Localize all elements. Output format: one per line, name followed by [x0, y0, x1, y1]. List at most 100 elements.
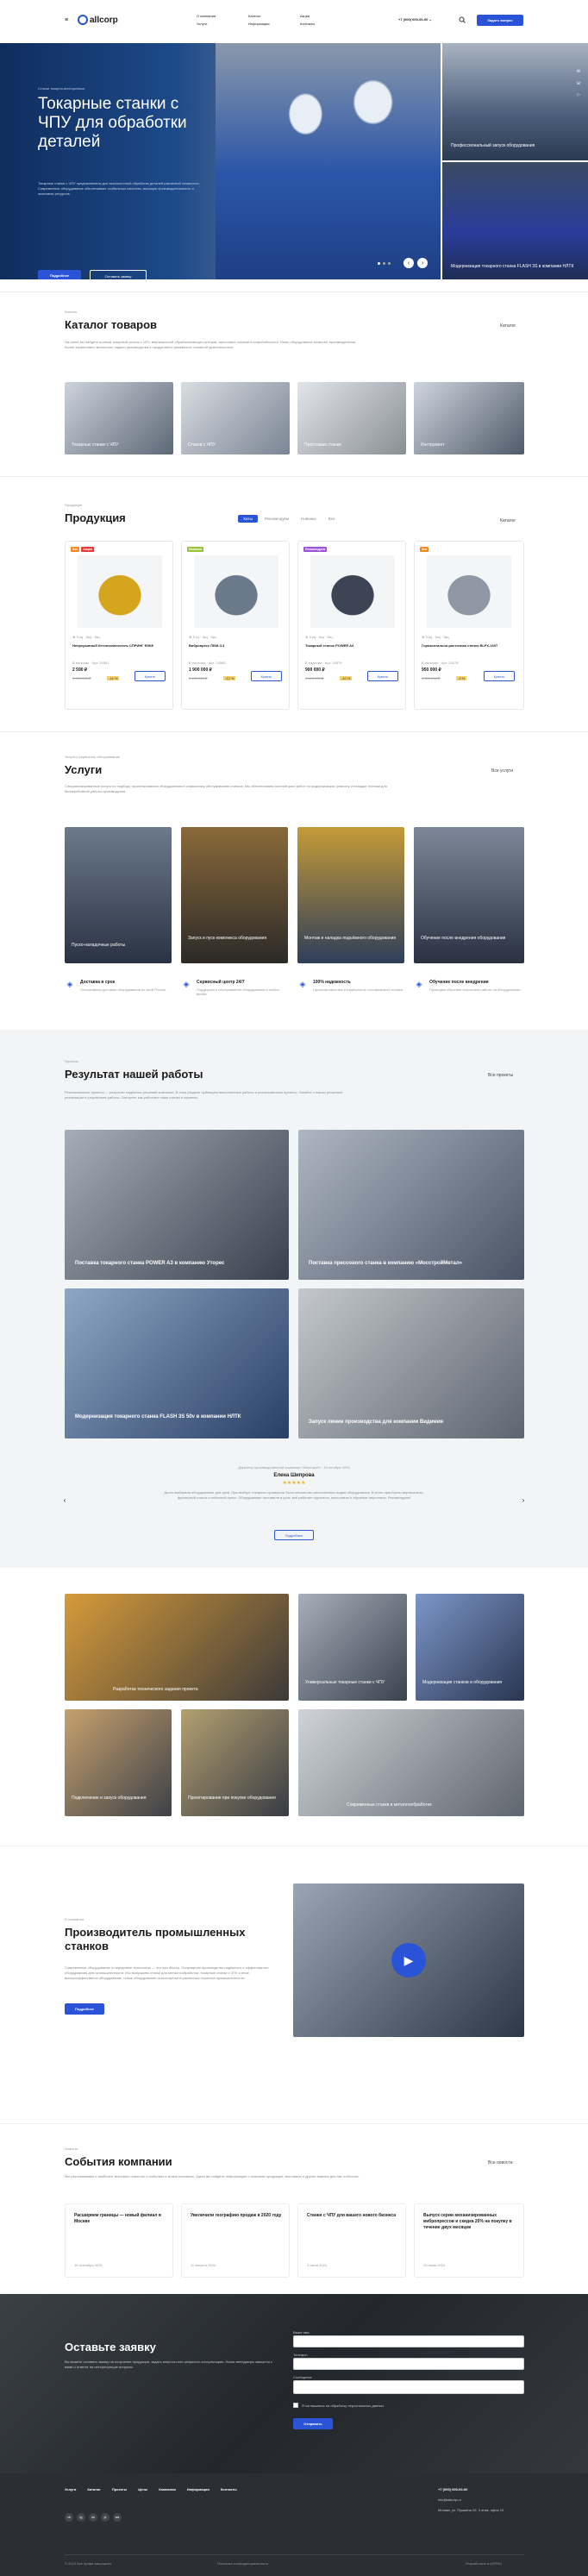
services-link[interactable]: Все услуги [491, 768, 513, 774]
footer-nav-item[interactable]: Проекты [112, 2487, 127, 2491]
footer-phone[interactable]: +7 (000) 000-00-00 [438, 2487, 467, 2491]
nav-about[interactable]: О компании [197, 14, 216, 18]
hero-prev-button[interactable]: ‹ [403, 258, 414, 268]
social-wa-icon[interactable]: wa [113, 2513, 122, 2522]
project-card[interactable]: Поставка токарного станка POWER A3 в ком… [65, 1130, 289, 1280]
footer-nav-item[interactable]: Цены [138, 2487, 147, 2491]
search-icon[interactable] [457, 15, 467, 25]
feature-title: Доставка в срок [80, 980, 116, 985]
product-sale: -12 % [223, 676, 236, 680]
buy-button[interactable]: Купить [134, 671, 166, 681]
nav-catalog[interactable]: Каталог [248, 14, 270, 18]
feature-text: Проводим обучение персонала работе на об… [429, 987, 521, 992]
social-ok-icon[interactable]: ok [89, 2513, 97, 2522]
project-card[interactable]: Запуск линии производства для компании В… [298, 1288, 524, 1438]
agree-checkbox[interactable] [293, 2403, 298, 2408]
about-more-button[interactable]: Подробнее [65, 2003, 104, 2015]
results-section: Проекты Результат нашей работы Все проек… [0, 1030, 588, 1568]
service-card[interactable]: Пуско-наладочные работы [65, 827, 172, 963]
product-name[interactable]: Вибропресс ПБМ-3.3 [189, 643, 282, 648]
gallery-card[interactable]: Современные станки в металлообработке [298, 1709, 524, 1816]
social-tg-icon[interactable]: tg [77, 2513, 85, 2522]
catalog-card[interactable]: Прессовые станки [297, 382, 406, 454]
catalog-card[interactable]: Станки с ЧПУ [181, 382, 290, 454]
logo[interactable]: allcorp [78, 14, 118, 26]
hero-side-card-2[interactable]: Модернизация токарного станка FLASH 3S в… [442, 162, 588, 279]
service-card[interactable]: Обучение после внедрения оборудования [414, 827, 524, 963]
hero-side-card-1[interactable]: Профессиональный запуск оборудования [442, 43, 588, 160]
nav-sales[interactable]: Акции [300, 14, 315, 18]
event-card[interactable]: Расширяем границы — новый филиал в Москв… [65, 2203, 173, 2278]
footer-nav-item[interactable]: Каталог [87, 2487, 101, 2491]
play-icon[interactable]: ▶ [391, 1943, 426, 1977]
nav-services[interactable]: Услуги [197, 22, 216, 26]
product-card[interactable]: Хит Акция ★ 5 кц · 5кц · 5кц Непрерывный бе… [65, 541, 173, 710]
submit-button[interactable]: Отправить [293, 2418, 333, 2429]
events-link[interactable]: Все новости [488, 2160, 513, 2165]
cart-icon[interactable]: ⚐ [577, 93, 580, 98]
hero-banner: Станки токарно-винторезные Токарные стан… [0, 43, 441, 279]
tab-all[interactable]: Все [323, 515, 341, 523]
gallery-card[interactable]: Проектирование при покупке оборудования [181, 1709, 289, 1816]
hero-request-button[interactable]: Оставить заявку [90, 270, 147, 279]
project-card[interactable]: Поставка прессового станка в компанию «М… [298, 1130, 524, 1280]
service-card[interactable]: Монтаж и наладка подъёмного оборудования [297, 827, 404, 963]
product-name[interactable]: Непрерывный бетоносмеситель СПРИНГ ЯЗКЕ [72, 643, 166, 648]
service-card[interactable]: Запуск и пуск комплекса оборудования [181, 827, 288, 963]
hero-more-button[interactable]: Подробнее [38, 270, 81, 279]
social-vk-icon[interactable]: vk [65, 2513, 73, 2522]
footer-policy[interactable]: Политика конфиденциальности [217, 2561, 268, 2566]
about-video[interactable]: ▶ [293, 1883, 524, 2037]
event-card[interactable]: Увеличили географию продаж в 2020 году 11… [181, 2203, 290, 2278]
product-meta: В наличии · Арт. 24579 [305, 661, 342, 665]
catalog-link[interactable]: Каталог [500, 323, 516, 329]
event-card[interactable]: Выпуск серии механизированных вибропресс… [414, 2203, 524, 2278]
tab-hits[interactable]: Хиты [238, 515, 258, 523]
product-meta: В наличии · Арт. 24578 [422, 661, 459, 665]
hero-next-button[interactable]: › [417, 258, 428, 268]
footer-nav-item[interactable]: Контакты [221, 2487, 237, 2491]
catalog-card[interactable]: Токарные станки с ЧПУ [65, 382, 173, 454]
hero-dot[interactable] [383, 262, 385, 265]
product-card[interactable]: Хит ★ 5 кц · 5кц · 5кц Горизонтально-расто… [414, 541, 524, 710]
service-card-title: Монтаж и наладка подъёмного оборудования [304, 936, 397, 941]
ask-question-button[interactable]: Задать вопрос [477, 15, 523, 26]
buy-button[interactable]: Купить [484, 671, 515, 681]
gallery-card[interactable]: Разработка технического задания проекта [65, 1594, 289, 1701]
results-link[interactable]: Все проекты [488, 1073, 513, 1078]
menu-icon[interactable]: ≡ [62, 16, 71, 24]
phone-icon[interactable]: ☏ [576, 81, 581, 86]
gallery-card[interactable]: Универсальные токарные станки с ЧПУ [298, 1594, 407, 1701]
header-phone[interactable]: +7 (000) 000-00-00 ⌄ [398, 17, 432, 22]
tab-recommended[interactable]: Рекомендуем [260, 515, 294, 523]
gallery-card[interactable]: Модернизация станков и оборудования [416, 1594, 524, 1701]
nav-info[interactable]: Информация [248, 22, 270, 26]
hero-dot[interactable] [388, 262, 391, 265]
footer-nav-item[interactable]: Компания [159, 2487, 176, 2491]
review-more-button[interactable]: Подробнее [274, 1530, 314, 1540]
social-yt-icon[interactable]: yt [101, 2513, 109, 2522]
product-name[interactable]: Токарный станок POWER A3 [305, 643, 398, 648]
catalog-card[interactable]: Инструмент [414, 382, 524, 454]
event-card[interactable]: Станки с ЧПУ для вашего нового бизнеса 3 … [297, 2203, 406, 2278]
message-field[interactable] [293, 2380, 524, 2394]
review-prev-button[interactable]: ‹ [60, 1495, 69, 1504]
tab-new[interactable]: Новинки [296, 515, 322, 523]
products-link[interactable]: Каталог [500, 518, 516, 523]
project-card[interactable]: Модернизация токарного станка FLASH 3S 5… [65, 1288, 289, 1438]
chat-icon[interactable]: ✉ [577, 69, 580, 74]
phone-field[interactable] [293, 2358, 524, 2370]
footer-nav-item[interactable]: Информация [187, 2487, 210, 2491]
name-field[interactable] [293, 2335, 524, 2347]
hero-dot[interactable] [378, 262, 380, 265]
product-card[interactable]: Рекомендуем ★ 5 кц · 5кц · 5кц Токарный ст… [297, 541, 406, 710]
footer-email[interactable]: info@allcorp.ru [438, 2498, 461, 2502]
buy-button[interactable]: Купить [251, 671, 282, 681]
footer-nav-item[interactable]: Услуги [65, 2487, 76, 2491]
product-name[interactable]: Горизонтально-расточная станок BLFX-160Т [422, 643, 515, 648]
buy-button[interactable]: Купить [367, 671, 398, 681]
gallery-card[interactable]: Подключение и запуск оборудования [65, 1709, 172, 1816]
product-card[interactable]: Новинка ★ 5 кц · 5кц · 5кц Вибропресс ПБМ-… [181, 541, 290, 710]
nav-contacts[interactable]: Контакты [300, 22, 315, 26]
review-next-button[interactable]: › [519, 1495, 528, 1504]
